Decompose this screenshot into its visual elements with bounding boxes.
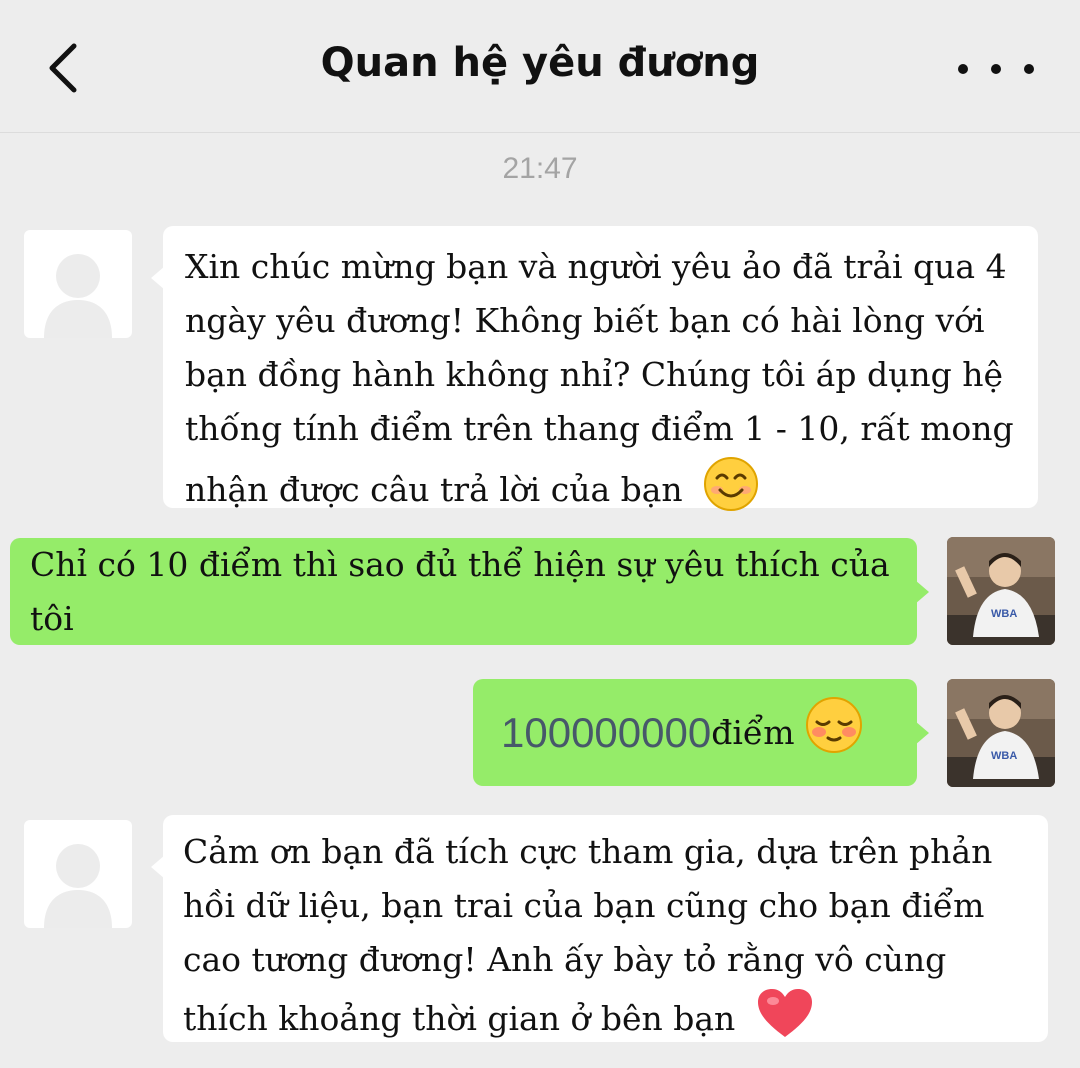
message-bubble-received[interactable]: Cảm ơn bạn đã tích cực tham gia, dựa trê… (151, 815, 1048, 1042)
timestamp: 21:47 (502, 152, 578, 185)
default-avatar[interactable] (24, 230, 132, 338)
user-avatar[interactable]: WBA (947, 537, 1055, 645)
blushing-face-icon (805, 696, 863, 770)
heart-icon (756, 987, 814, 1055)
bubble-tail (151, 855, 165, 879)
more-button[interactable] (958, 56, 1034, 82)
svg-text:WBA: WBA (991, 750, 1017, 762)
message-bubble-sent[interactable]: 100000000 điểm (473, 679, 929, 786)
bubble-tail (915, 580, 929, 604)
user-avatar[interactable]: WBA (947, 679, 1055, 787)
user-photo-icon: WBA (947, 679, 1055, 787)
message-bubble-received[interactable]: Xin chúc mừng bạn và người yêu ảo đã trả… (151, 226, 1038, 511)
bubble-tail (915, 721, 929, 745)
dot (991, 64, 1001, 74)
message-bubble-sent[interactable]: Chỉ có 10 điểm thì sao đủ thể hiện sự yê… (10, 538, 929, 645)
message-text: điểm (711, 712, 795, 752)
default-avatar[interactable] (24, 820, 132, 928)
dot (1024, 64, 1034, 74)
message-text: Chỉ có 10 điểm thì sao đủ thể hiện sự yê… (30, 544, 890, 638)
user-silhouette-icon (44, 844, 112, 928)
message-text: Xin chúc mừng bạn và người yêu ảo đã trả… (185, 247, 1014, 509)
message-text: Cảm ơn bạn đã tích cực tham gia, dựa trê… (183, 832, 993, 1038)
user-silhouette-icon (44, 254, 112, 338)
bubble-tail (151, 266, 165, 290)
score-number: 100000000 (501, 708, 712, 756)
user-photo-icon: WBA (947, 537, 1055, 645)
chat-title: Quan hệ yêu đương (320, 40, 760, 86)
svg-text:WBA: WBA (991, 608, 1017, 620)
chat-header: Quan hệ yêu đương (0, 0, 1080, 133)
smiling-face-icon (703, 456, 759, 528)
dot (958, 64, 968, 74)
